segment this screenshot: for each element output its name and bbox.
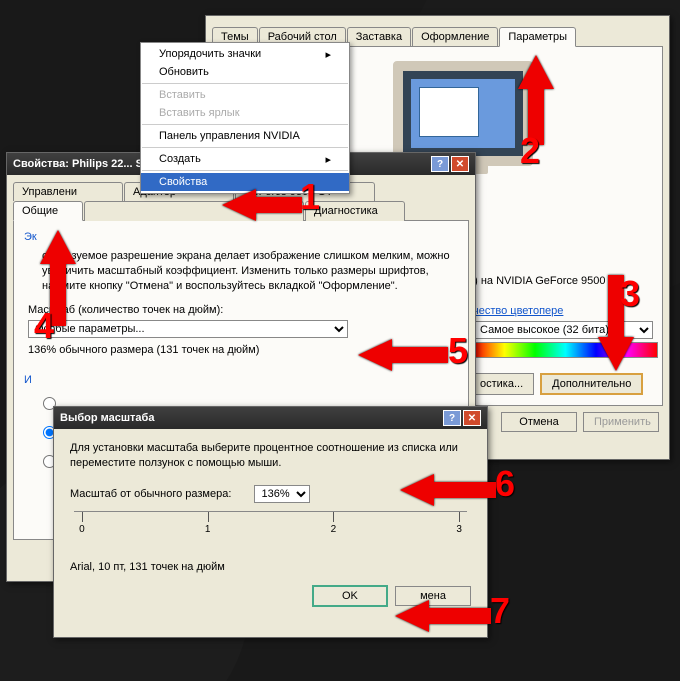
scale-select[interactable]: 136% (254, 485, 310, 503)
menu-nvidia-panel[interactable]: Панель управления NVIDIA (141, 127, 349, 145)
ok-button[interactable]: OK (312, 585, 388, 607)
tab-appearance[interactable]: Оформление (412, 27, 498, 47)
scale-title-bar: Выбор масштаба ? ✕ (54, 407, 487, 429)
tab-blank[interactable] (84, 201, 304, 221)
tab-color-mgmt[interactable]: Управлени (13, 182, 123, 201)
compat-group: И (24, 374, 458, 386)
menu-arrange-icons[interactable]: Упорядочить значки ▸ (141, 45, 349, 63)
menu-paste: Вставить (141, 86, 349, 104)
advanced-button[interactable]: Дополнительно (540, 373, 643, 395)
dpi-select[interactable]: Особые параметры... (28, 320, 348, 338)
cancel-button[interactable]: мена (395, 586, 471, 606)
color-quality-select[interactable]: Самое высокое (32 бита) (473, 321, 653, 339)
monitor-preview (393, 61, 533, 166)
menu-properties[interactable]: Свойства (141, 173, 349, 191)
tab-screensaver[interactable]: Заставка (347, 27, 411, 47)
annotation-number: 7 (490, 590, 510, 632)
help-icon[interactable]: ? (443, 410, 461, 426)
screen-group-label: Эк (24, 231, 458, 243)
tab-diagnostics[interactable]: Диагностика (305, 201, 405, 221)
scale-label: Масштаб от обычного размера: (70, 488, 231, 500)
menu-paste-shortcut: Вставить ярлык (141, 104, 349, 122)
scale-ruler[interactable]: 0 1 2 3 (74, 511, 467, 555)
close-icon[interactable]: ✕ (451, 156, 469, 172)
annotation-number: 6 (495, 463, 515, 505)
desktop-context-menu: Упорядочить значки ▸ Обновить Вставить В… (140, 42, 350, 194)
dpi-explanation: спользуемое разрешение экрана делает изо… (42, 249, 458, 294)
dpi-label: Масштаб (количество точек на дюйм): (28, 304, 458, 316)
color-quality-label: чество цветопере (473, 305, 563, 317)
tab-settings[interactable]: Параметры (499, 27, 576, 47)
color-preview-bar (473, 342, 658, 358)
apply-button: Применить (583, 412, 659, 432)
scale-title: Выбор масштаба (60, 412, 154, 424)
monitor-name: 8) на NVIDIA GeForce 9500 GT (468, 275, 624, 287)
cancel-button[interactable]: Отмена (501, 412, 577, 432)
help-icon[interactable]: ? (431, 156, 449, 172)
scale-sample-text: Arial, 10 пт, 131 точек на дюйм (70, 561, 471, 573)
menu-refresh[interactable]: Обновить (141, 63, 349, 81)
scale-dialog: Выбор масштаба ? ✕ Для установки масштаб… (53, 406, 488, 638)
dpi-current-value: 136% обычного размера (131 точек на дюйм… (28, 344, 458, 356)
adapter-tabs-row2: Общие Диагностика (7, 200, 475, 220)
scale-instruction: Для установки масштаба выберите процентн… (70, 441, 471, 471)
tab-general[interactable]: Общие (13, 201, 83, 221)
troubleshoot-button[interactable]: остика... (469, 373, 534, 395)
close-icon[interactable]: ✕ (463, 410, 481, 426)
menu-new[interactable]: Создать ▸ (141, 150, 349, 168)
